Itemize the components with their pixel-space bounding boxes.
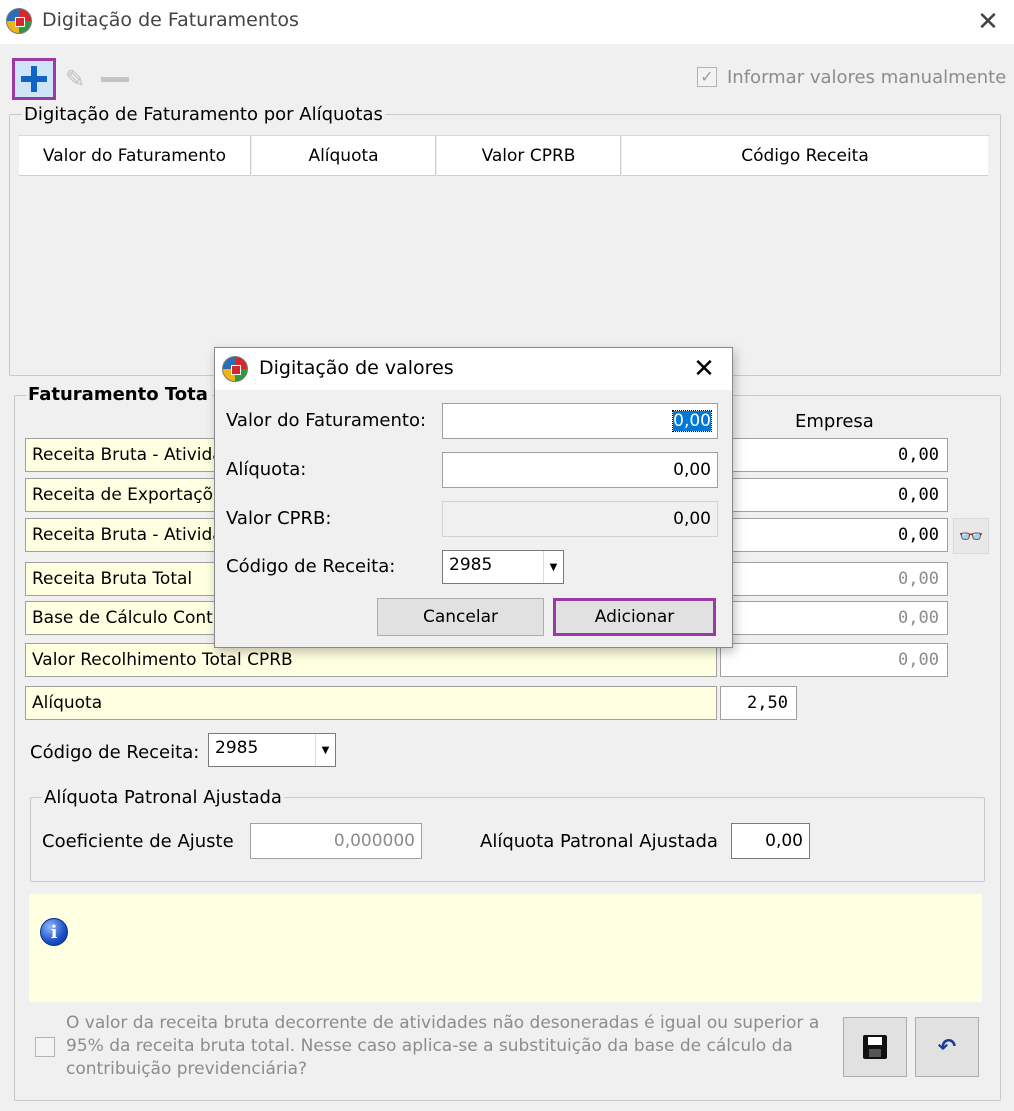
- cancel-button[interactable]: Cancelar: [377, 598, 544, 636]
- row-value: 0,00: [720, 601, 948, 635]
- plus-icon: [21, 66, 47, 92]
- aliquotas-group-title: Digitação de Faturamento por Alíquotas: [22, 104, 385, 125]
- app-logo-icon: [6, 8, 32, 34]
- floppy-disk-icon: [863, 1035, 887, 1059]
- row-value[interactable]: 0,00: [720, 478, 948, 512]
- coeficiente-ajuste-label: Coeficiente de Ajuste: [42, 831, 234, 852]
- valor-cprb-label: Valor CPRB:: [226, 508, 332, 529]
- column-header-codigo-receita[interactable]: Código Receita: [622, 136, 988, 176]
- coeficiente-ajuste-field: 0,000000: [250, 823, 422, 859]
- info-icon: i: [40, 918, 68, 946]
- undo-button[interactable]: ↶: [915, 1017, 979, 1077]
- row-value: 0,00: [720, 643, 948, 677]
- row-value[interactable]: 2,50: [720, 686, 797, 720]
- row-value[interactable]: 0,00: [720, 518, 948, 552]
- manual-values-checkbox[interactable]: ✓: [697, 67, 717, 87]
- aliquota-label: Alíquota:: [226, 459, 307, 480]
- manual-values-label: Informar valores manualmente: [727, 67, 1007, 88]
- window-title: Digitação de Faturamentos: [42, 9, 299, 31]
- chevron-down-icon: ▼: [543, 551, 563, 583]
- column-header-valor-cprb[interactable]: Valor CPRB: [437, 136, 621, 176]
- adicionar-button[interactable]: Adicionar: [553, 598, 716, 636]
- aliquota-patronal-group-title: Alíquota Patronal Ajustada: [42, 787, 284, 808]
- remove-button[interactable]: [98, 63, 132, 95]
- valor-faturamento-input[interactable]: 0,00: [442, 403, 718, 439]
- undo-icon: ↶: [937, 1034, 957, 1060]
- column-header-aliquota[interactable]: Alíquota: [252, 136, 436, 176]
- codigo-receita-select[interactable]: 2985 ▼: [208, 733, 336, 767]
- row-label: Valor Recolhimento Total CPRB: [25, 643, 717, 677]
- binoculars-icon: 👓: [958, 524, 984, 548]
- aliquota-patronal-label: Alíquota Patronal Ajustada: [480, 831, 718, 852]
- dialog-codigo-value: 2985: [449, 555, 493, 575]
- info-panel: [29, 894, 982, 1002]
- close-window-button[interactable]: ✕: [968, 4, 1008, 40]
- search-binoculars-button[interactable]: 👓: [953, 518, 989, 554]
- aliquota-patronal-field[interactable]: 0,00: [731, 823, 810, 859]
- save-button[interactable]: [843, 1017, 907, 1077]
- row-label: Alíquota: [25, 686, 717, 720]
- row-value: 0,00: [720, 562, 948, 596]
- column-header-valor-faturamento[interactable]: Valor do Faturamento: [19, 136, 251, 176]
- aliquota-input[interactable]: 0,00: [442, 452, 718, 488]
- empresa-column-header: Empresa: [795, 411, 874, 432]
- dialog-close-button[interactable]: ✕: [684, 352, 724, 386]
- add-button[interactable]: [12, 58, 56, 100]
- valor-faturamento-value: 0,00: [672, 410, 712, 432]
- dialog-codigo-label: Código de Receita:: [226, 556, 396, 577]
- codigo-receita-label: Código de Receita:: [30, 742, 200, 763]
- edit-button[interactable]: ✎: [58, 63, 92, 95]
- row-value[interactable]: 0,00: [720, 438, 948, 472]
- codigo-receita-value: 2985: [215, 738, 259, 758]
- substituicao-label: O valor da receita bruta decorrente de a…: [66, 1013, 820, 1079]
- chevron-down-icon: ▼: [315, 734, 335, 766]
- valor-cprb-field: 0,00: [442, 501, 718, 537]
- valor-faturamento-label: Valor do Faturamento:: [226, 410, 427, 431]
- dialog-app-icon: [222, 356, 248, 382]
- faturamento-total-title: Faturamento Tota: [26, 384, 212, 405]
- dialog-title: Digitação de valores: [259, 357, 454, 379]
- substituicao-checkbox[interactable]: [35, 1037, 55, 1057]
- dialog-codigo-select[interactable]: 2985 ▼: [442, 550, 564, 584]
- pencil-icon: ✎: [64, 65, 86, 93]
